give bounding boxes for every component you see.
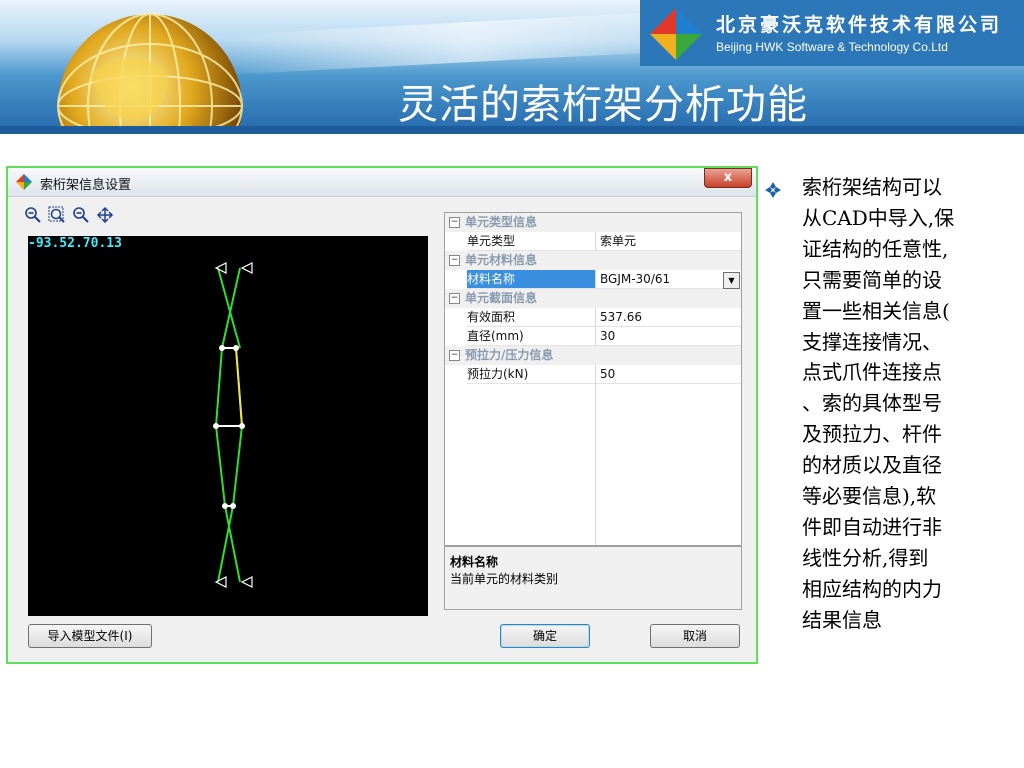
chevron-down-icon[interactable]: ▼	[723, 272, 740, 289]
property-value[interactable]: 30	[595, 327, 741, 346]
category-element-material[interactable]: − 单元材料信息	[445, 251, 741, 270]
text-line: 相应结构的内力	[802, 576, 942, 601]
feature-description: 索桁架结构可以 从CAD中导入,保 证结构的任意性, 只需要简单的设 置一些相关…	[802, 172, 1002, 636]
diamond-bullet-icon	[765, 182, 781, 198]
collapse-icon[interactable]: −	[449, 217, 460, 228]
node-point	[219, 345, 225, 351]
description-text: 当前单元的材料类别	[450, 572, 559, 586]
text-line: 索桁架结构可以	[802, 175, 942, 199]
property-row[interactable]: 预拉力(kN) 50	[445, 365, 741, 384]
node-point	[233, 345, 239, 351]
grid-column-divider[interactable]	[595, 384, 596, 545]
property-row[interactable]: 直径(mm) 30	[445, 327, 741, 346]
text-line: 只需要简单的设	[802, 267, 942, 292]
property-row[interactable]: 有效面积 537.66	[445, 308, 741, 327]
property-value[interactable]: 537.66	[595, 308, 741, 327]
text-line: 件即自动进行非	[802, 514, 942, 539]
banner-divider	[0, 126, 1024, 134]
collapse-icon[interactable]: −	[449, 293, 460, 304]
collapse-icon[interactable]: −	[449, 255, 460, 266]
support-triangle-icon	[240, 576, 253, 588]
category-label: 预拉力/压力信息	[465, 348, 554, 362]
company-logo-icon	[650, 8, 702, 60]
text-line: 点式爪件连接点	[802, 360, 942, 385]
support-triangle-icon	[214, 576, 227, 588]
pan-icon[interactable]	[96, 206, 114, 224]
text-line: 置一些相关信息(	[802, 298, 950, 323]
text-line: 证结构的任意性,	[802, 236, 949, 261]
cable-truss-settings-dialog: 索桁架信息设置 x -93.52.70.13 − 单元类型信息 单元类型 索单元…	[6, 166, 758, 664]
support-triangle-icon	[214, 262, 227, 274]
property-name: 预拉力(kN)	[467, 365, 595, 384]
property-description-panel: 材料名称 当前单元的材料类别	[444, 546, 742, 610]
text-line: 从CAD中导入,保	[802, 205, 955, 230]
cancel-button[interactable]: 取消	[650, 624, 740, 648]
text-line: 、索的具体型号	[802, 391, 942, 416]
cable-member	[217, 505, 234, 583]
property-row[interactable]: 单元类型 索单元	[445, 232, 741, 251]
strut-member	[235, 347, 243, 427]
property-row-selected[interactable]: 材料名称 BGJM-30/61 ▼	[445, 270, 741, 289]
property-name: 直径(mm)	[467, 327, 595, 346]
property-value[interactable]: 索单元	[595, 232, 741, 251]
company-name-en: Beijing HWK Software & Technology Co.Ltd	[716, 40, 948, 54]
import-model-button[interactable]: 导入模型文件(I)	[28, 624, 152, 648]
property-name: 单元类型	[467, 232, 595, 251]
node-point	[239, 423, 245, 429]
property-name: 材料名称	[467, 270, 595, 289]
property-value[interactable]: 50	[595, 365, 741, 384]
node-point	[230, 503, 236, 509]
category-label: 单元材料信息	[465, 253, 538, 267]
support-triangle-icon	[240, 262, 253, 274]
zoom-out-icon[interactable]	[24, 206, 42, 224]
model-canvas[interactable]: -93.52.70.13	[28, 236, 428, 616]
material-select[interactable]: BGJM-30/61	[595, 270, 741, 289]
cable-member	[224, 505, 241, 583]
category-pretension[interactable]: − 预拉力/压力信息	[445, 346, 741, 365]
text-line: 及预拉力、杆件	[802, 422, 942, 447]
company-badge: 北京豪沃克软件技术有限公司 Beijing HWK Software & Tec…	[640, 0, 1024, 66]
text-line: 支撑连接情况、	[802, 329, 942, 354]
text-line: 结果信息	[802, 607, 882, 632]
category-label: 单元截面信息	[465, 291, 538, 305]
category-element-section[interactable]: − 单元截面信息	[445, 289, 741, 308]
category-element-type[interactable]: − 单元类型信息	[445, 213, 741, 232]
property-grid: − 单元类型信息 单元类型 索单元 − 单元材料信息 材料名称 BGJM-30/…	[444, 212, 742, 546]
dialog-titlebar[interactable]: 索桁架信息设置 x	[8, 168, 756, 197]
slide-title: 灵活的索桁架分析功能	[398, 82, 808, 126]
property-name: 有效面积	[467, 308, 595, 327]
node-point	[222, 503, 228, 509]
text-line: 的材质以及直径	[802, 453, 942, 478]
zoom-in-icon[interactable]	[72, 206, 90, 224]
cable-member	[215, 347, 223, 427]
close-button[interactable]: x	[704, 168, 752, 188]
category-label: 单元类型信息	[465, 215, 538, 229]
text-line: 等必要信息),软	[802, 484, 937, 509]
ok-button[interactable]: 确定	[500, 624, 590, 648]
cable-truss-drawing	[213, 262, 253, 588]
node-point	[213, 423, 219, 429]
header-banner: 北京豪沃克软件技术有限公司 Beijing HWK Software & Tec…	[0, 0, 1024, 126]
app-diamond-icon	[16, 174, 32, 190]
text-line: 线性分析,得到	[802, 545, 929, 570]
cable-member	[232, 425, 243, 507]
company-name-cn: 北京豪沃克软件技术有限公司	[716, 14, 1003, 36]
zoom-fit-icon[interactable]	[48, 206, 66, 224]
dialog-title: 索桁架信息设置	[40, 178, 132, 193]
globe-icon	[57, 13, 243, 126]
cable-member	[215, 425, 226, 507]
collapse-icon[interactable]: −	[449, 350, 460, 361]
description-title: 材料名称	[450, 555, 499, 569]
